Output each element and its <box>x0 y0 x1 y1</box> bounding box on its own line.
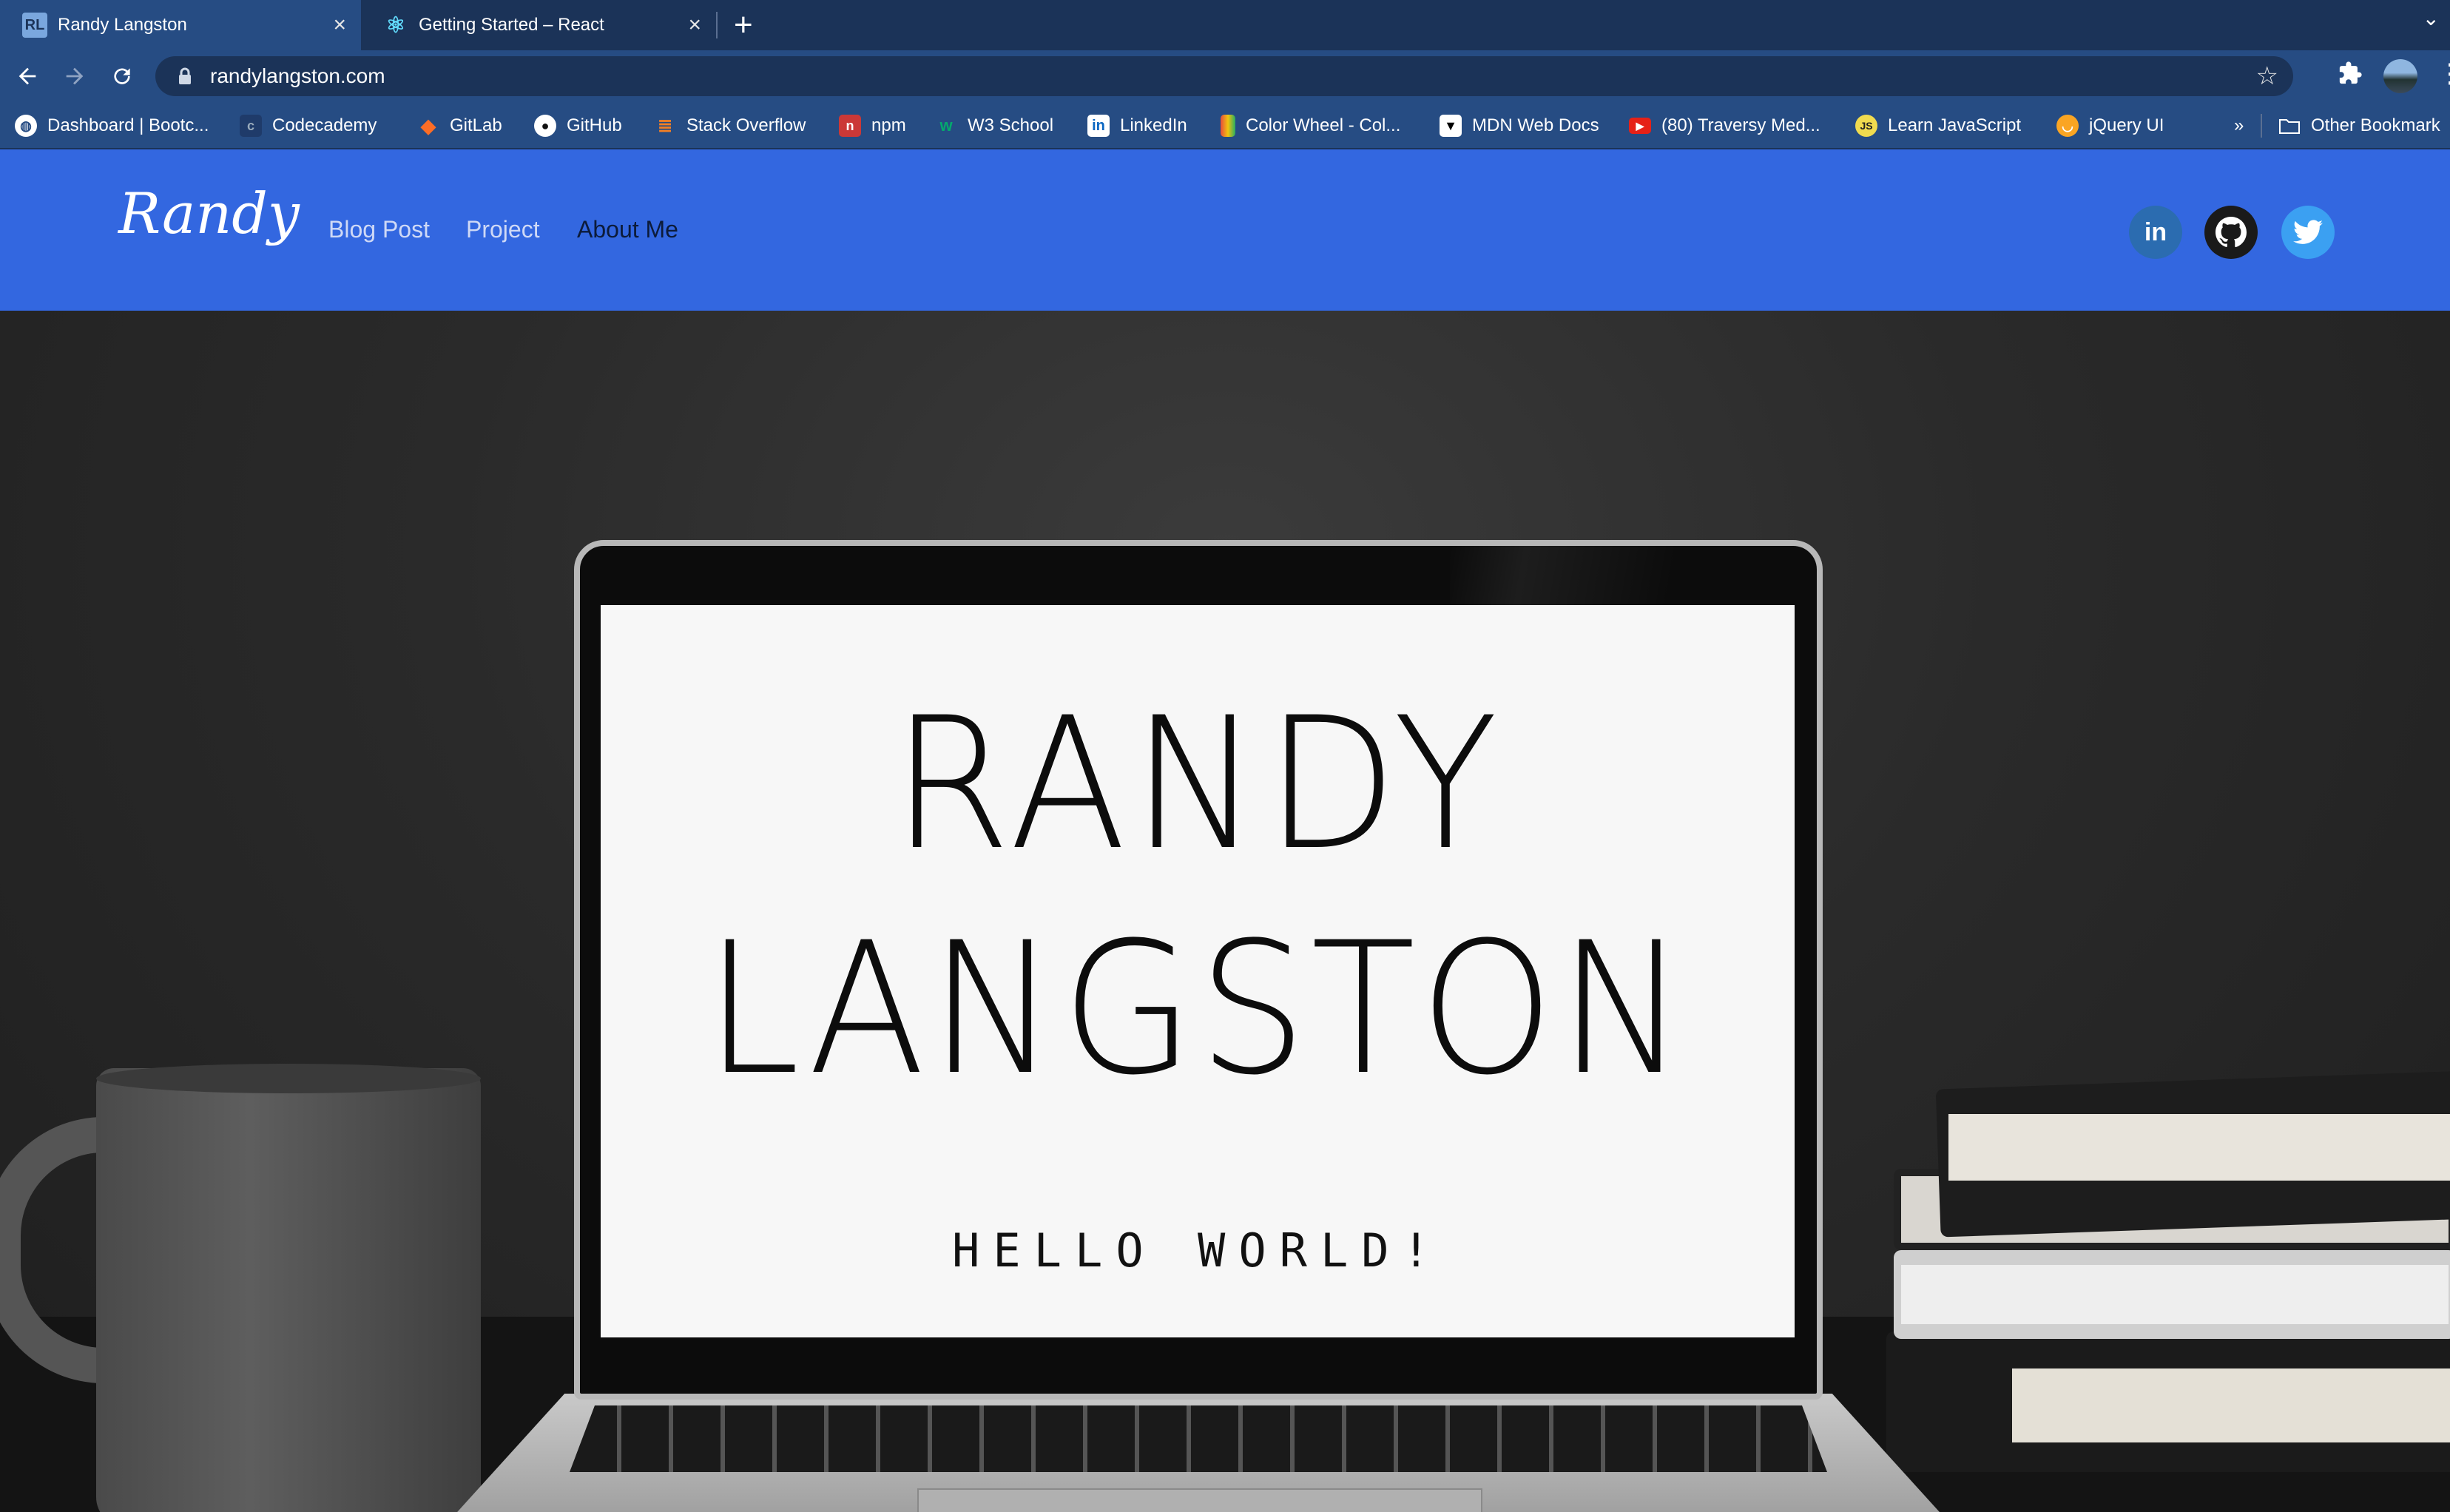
chevron-double-right-icon: » <box>2234 115 2244 135</box>
bookmark-separator <box>2261 114 2262 138</box>
github-icon[interactable] <box>2204 206 2258 259</box>
bookmark-label: Stack Overflow <box>686 115 806 135</box>
bookmark-color-wheel[interactable]: Color Wheel - Col... <box>1221 112 1400 139</box>
linkedin-icon[interactable]: in <box>2129 206 2182 259</box>
tab-label: Getting Started – React <box>419 15 604 35</box>
nav-link-blog-post[interactable]: Blog Post <box>328 216 430 243</box>
bookmark-mdn[interactable]: ▼ MDN Web Docs <box>1440 112 1599 139</box>
close-tab-icon[interactable]: × <box>688 13 701 38</box>
site-logo[interactable]: Randy <box>118 180 300 246</box>
profile-avatar[interactable] <box>2383 59 2417 93</box>
tab-strip: RL Randy Langston × ⚛ Getting Started – … <box>0 0 2450 50</box>
bookmark-gitlab[interactable]: ◆ GitLab <box>417 112 502 139</box>
jquery-icon: ◡ <box>2056 115 2079 137</box>
site-navbar: Randy Blog Post Project About Me in <box>0 149 2450 311</box>
youtube-icon: ▶ <box>1629 118 1651 134</box>
browser-toolbar: randylangston.com ☆ ⋮ <box>0 50 2450 102</box>
coffee-mug <box>96 1068 481 1512</box>
bookmark-learn-javascript[interactable]: JS Learn JavaScript <box>1855 112 2021 139</box>
bookmark-label: Dashboard | Bootc... <box>47 115 209 135</box>
react-favicon-icon: ⚛ <box>385 13 406 38</box>
other-bookmarks-folder[interactable]: Other Bookmark <box>2278 112 2440 139</box>
address-bar[interactable]: randylangston.com ☆ <box>155 56 2293 96</box>
tab-separator <box>716 12 718 38</box>
laptop-keyboard <box>570 1405 1827 1472</box>
github-icon: ● <box>534 115 556 137</box>
mdn-icon: ▼ <box>1440 115 1462 137</box>
arrow-left-icon <box>18 67 36 85</box>
url-text[interactable]: randylangston.com <box>210 64 385 88</box>
hero-image: RANDY LANGSTON HELLO WORLD! <box>0 311 2450 1512</box>
reload-button[interactable] <box>104 58 141 95</box>
bookmark-label: W3 School <box>968 115 1054 135</box>
bookmark-label: (80) Traversy Med... <box>1661 115 1820 135</box>
folder-icon <box>2278 115 2301 137</box>
bookmark-star-icon[interactable]: ☆ <box>2256 61 2278 91</box>
tab-search-icon[interactable]: ⌄ <box>2423 6 2440 30</box>
bookmark-label: Codecademy <box>272 115 377 135</box>
book-pages <box>1948 1114 2450 1181</box>
bookmark-codecademy[interactable]: c Codecademy <box>240 112 377 139</box>
book-pages <box>2012 1368 2450 1442</box>
js-icon: JS <box>1855 115 1877 137</box>
close-tab-icon[interactable]: × <box>333 13 346 38</box>
w3schools-icon: w <box>939 116 953 135</box>
globe-icon: ◍ <box>15 115 37 137</box>
stackoverflow-icon: ≣ <box>657 115 673 136</box>
bookmark-label: MDN Web Docs <box>1472 115 1599 135</box>
bookmark-npm[interactable]: n npm <box>839 112 906 139</box>
new-tab-button[interactable]: + <box>734 6 753 44</box>
bookmark-label: GitHub <box>567 115 622 135</box>
bookmark-dashboard[interactable]: ◍ Dashboard | Bootc... <box>15 112 209 139</box>
more-menu-icon[interactable]: ⋮ <box>2437 58 2450 89</box>
mug-rim <box>96 1064 481 1093</box>
bookmark-linkedin[interactable]: in LinkedIn <box>1087 112 1187 139</box>
bookmark-jquery-ui[interactable]: ◡ jQuery UI <box>2056 112 2164 139</box>
linkedin-icon: in <box>1087 115 1110 137</box>
bookmark-label: LinkedIn <box>1120 115 1187 135</box>
nav-link-about-me[interactable]: About Me <box>577 216 678 243</box>
bookmark-stack-overflow[interactable]: ≣ Stack Overflow <box>654 112 806 139</box>
forward-button[interactable] <box>56 58 93 95</box>
twitter-icon[interactable] <box>2281 206 2335 259</box>
bookmark-label: jQuery UI <box>2089 115 2164 135</box>
bookmark-label: GitLab <box>450 115 502 135</box>
codecademy-icon: c <box>240 115 262 137</box>
reload-icon <box>114 68 130 84</box>
extensions-puzzle-icon[interactable] <box>2338 61 2363 92</box>
nav-link-project[interactable]: Project <box>466 216 540 243</box>
tab-label: Randy Langston <box>58 15 187 35</box>
gitlab-icon: ◆ <box>421 114 436 137</box>
bookmark-w3school[interactable]: w W3 School <box>935 112 1053 139</box>
book-pages <box>1901 1265 2449 1324</box>
bookmark-label: npm <box>871 115 906 135</box>
back-button[interactable] <box>9 58 46 95</box>
laptop-trackpad <box>917 1488 1482 1512</box>
rl-favicon-icon: RL <box>22 13 47 38</box>
bookmark-github[interactable]: ● GitHub <box>534 112 622 139</box>
tab-getting-started-react[interactable]: ⚛ Getting Started – React × <box>361 0 716 50</box>
bookmark-traversy[interactable]: ▶ (80) Traversy Med... <box>1629 112 1820 139</box>
bookmarks-overflow-button[interactable]: » <box>2234 112 2244 139</box>
hero-tagline: HELLO WORLD! <box>952 1224 1443 1278</box>
color-wheel-icon <box>1221 115 1235 137</box>
bookmarks-bar: ◍ Dashboard | Bootc... c Codecademy ◆ Gi… <box>0 102 2450 149</box>
bookmark-label: Other Bookmark <box>2311 115 2440 135</box>
hero-last-name: LANGSTON <box>704 904 1691 1116</box>
laptop-screen: RANDY LANGSTON HELLO WORLD! <box>601 605 1795 1337</box>
bookmark-label: Color Wheel - Col... <box>1246 115 1401 135</box>
tab-randy-langston[interactable]: RL Randy Langston × <box>0 0 361 50</box>
npm-icon: n <box>839 115 861 137</box>
arrow-right-icon <box>66 67 84 85</box>
hero-first-name: RANDY <box>891 679 1504 891</box>
bookmark-label: Learn JavaScript <box>1888 115 2022 135</box>
lock-icon[interactable] <box>175 66 195 87</box>
